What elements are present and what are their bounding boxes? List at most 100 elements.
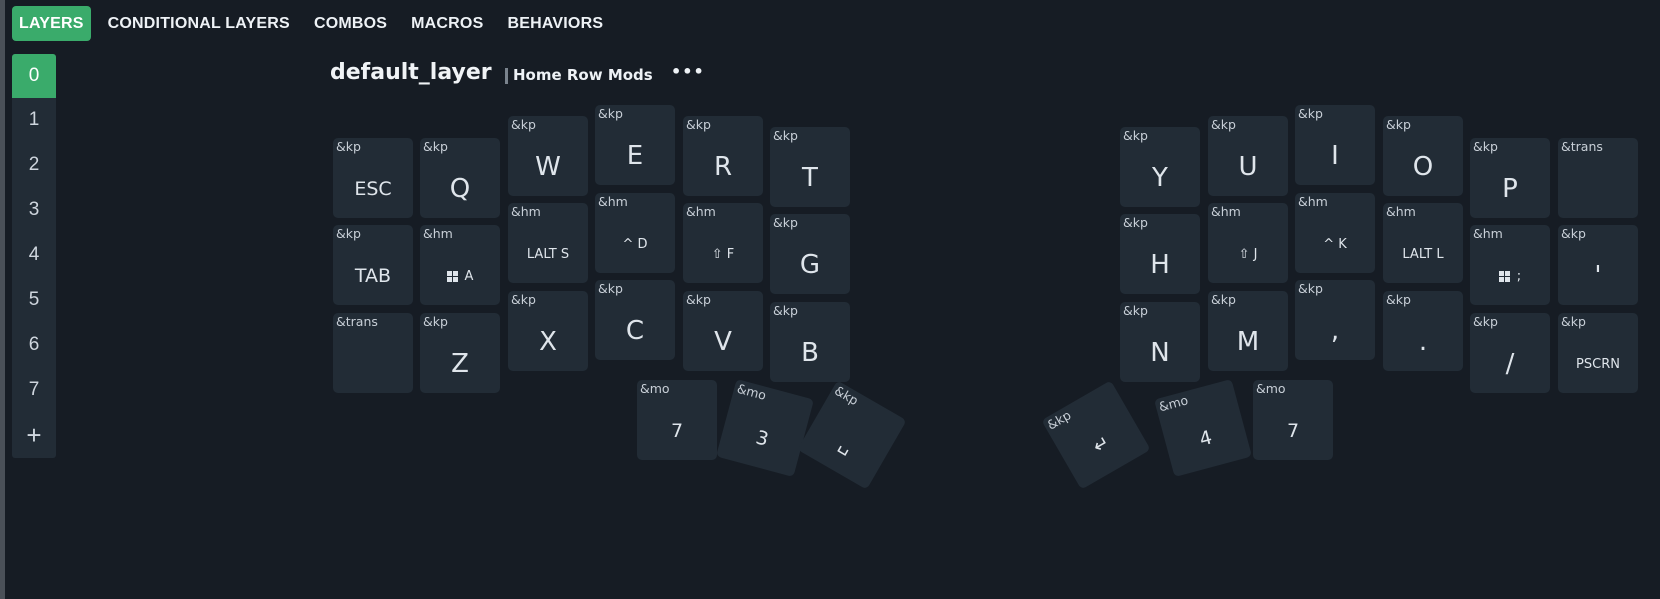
key-behavior: &hm	[1211, 204, 1241, 219]
key-27[interactable]: &kp C	[595, 280, 675, 360]
key-10[interactable]: &kp P	[1470, 138, 1550, 218]
key-label: U	[1238, 152, 1258, 182]
key-3[interactable]: &kp E	[595, 105, 675, 185]
layer-item-0[interactable]: 0	[12, 54, 56, 98]
layer-item-6[interactable]: 6	[12, 323, 56, 367]
key-37[interactable]: &mo 3	[716, 379, 814, 477]
key-label: ^ D	[622, 236, 648, 252]
key-26[interactable]: &kp X	[508, 291, 588, 371]
key-25[interactable]: &kp Z	[420, 313, 500, 393]
key-7[interactable]: &kp U	[1208, 116, 1288, 196]
key-21[interactable]: &hm LALT L	[1383, 203, 1463, 283]
key-label: Z	[451, 349, 469, 379]
tab-behaviors[interactable]: BEHAVIORS	[500, 6, 610, 41]
key-label: E	[626, 141, 644, 171]
key-41[interactable]: &mo 7	[1253, 380, 1333, 460]
layer-item-1[interactable]: 1	[12, 98, 56, 142]
key-label: M	[1236, 327, 1260, 357]
tab-macros[interactable]: MACROS	[404, 6, 490, 41]
layer-item-3[interactable]: 3	[12, 188, 56, 232]
key-17[interactable]: &kp G	[770, 214, 850, 294]
key-behavior: &hm	[1298, 194, 1328, 209]
key-label: 7	[670, 420, 684, 442]
key-2[interactable]: &kp W	[508, 116, 588, 196]
key-label: T	[802, 163, 818, 193]
key-label	[1558, 160, 1638, 218]
key-34[interactable]: &kp /	[1470, 313, 1550, 393]
key-28[interactable]: &kp V	[683, 291, 763, 371]
tab-layers[interactable]: LAYERS	[12, 6, 91, 41]
key-14[interactable]: &hm LALT S	[508, 203, 588, 283]
key-16[interactable]: &hm ⇧ F	[683, 203, 763, 283]
key-33[interactable]: &kp.	[1383, 291, 1463, 371]
key-behavior: &kp	[1298, 281, 1323, 296]
key-behavior: &mo	[1157, 392, 1190, 415]
key-label: /	[1505, 349, 1515, 379]
key-behavior: &kp	[1386, 292, 1411, 307]
key-31[interactable]: &kp M	[1208, 291, 1288, 371]
key-behavior: &kp	[1386, 117, 1411, 132]
key-behavior: &kp	[511, 117, 536, 132]
key-40[interactable]: &mo 4	[1154, 379, 1252, 477]
key-0[interactable]: &kp ESC	[333, 138, 413, 218]
key-label: ⇧ F	[711, 246, 735, 262]
layer-item-2[interactable]: 2	[12, 143, 56, 187]
key-label: V	[714, 327, 732, 357]
key-35[interactable]: &kp PSCRN	[1558, 313, 1638, 393]
key-39[interactable]: &kp ↵	[1041, 380, 1151, 490]
key-23[interactable]: &kp '	[1558, 225, 1638, 305]
window-edge	[0, 0, 5, 599]
key-label-text: ;	[1516, 268, 1522, 284]
key-18[interactable]: &kp H	[1120, 214, 1200, 294]
key-behavior: &hm	[423, 226, 453, 241]
tab-combos[interactable]: COMBOS	[307, 6, 394, 41]
key-behavior: &kp	[336, 139, 361, 154]
key-behavior: &kp	[686, 292, 711, 307]
key-20[interactable]: &hm ^ K	[1295, 193, 1375, 273]
layer-item-5[interactable]: 5	[12, 278, 56, 322]
key-1[interactable]: &kp Q	[420, 138, 500, 218]
key-11[interactable]: &trans	[1558, 138, 1638, 218]
key-29[interactable]: &kp B	[770, 302, 850, 382]
key-8[interactable]: &kp I	[1295, 105, 1375, 185]
key-13[interactable]: &hm A	[420, 225, 500, 305]
key-6[interactable]: &kp Y	[1120, 127, 1200, 207]
key-24[interactable]: &trans	[333, 313, 413, 393]
key-behavior: &kp	[336, 226, 361, 241]
key-12[interactable]: &kp TAB	[333, 225, 413, 305]
key-behavior: &hm	[1386, 204, 1416, 219]
key-behavior: &mo	[640, 381, 670, 396]
tab-conditional-layers[interactable]: CONDITIONAL LAYERS	[101, 6, 297, 41]
key-behavior: &kp	[1561, 226, 1586, 241]
key-behavior: &kp	[598, 106, 623, 121]
layer-list: 0 1 2 3 4 5 6 7 +	[12, 54, 56, 458]
key-15[interactable]: &hm ^ D	[595, 193, 675, 273]
layer-item-7[interactable]: 7	[12, 368, 56, 412]
key-label: '	[1594, 261, 1602, 291]
key-38[interactable]: &kp ␣	[797, 380, 907, 490]
key-19[interactable]: &hm ⇧ J	[1208, 203, 1288, 283]
key-30[interactable]: &kp N	[1120, 302, 1200, 382]
key-behavior: &hm	[511, 204, 541, 219]
add-layer-button[interactable]: +	[12, 413, 56, 457]
key-label: B	[801, 338, 819, 368]
key-label: Q	[449, 174, 471, 204]
key-behavior: &mo	[735, 380, 768, 403]
key-label: N	[1150, 338, 1170, 368]
key-label	[333, 335, 413, 393]
key-4[interactable]: &kp R	[683, 116, 763, 196]
key-32[interactable]: &kp,	[1295, 280, 1375, 360]
key-label: 3	[753, 426, 771, 451]
key-22[interactable]: &hm;	[1470, 225, 1550, 305]
key-label: H	[1150, 250, 1170, 280]
layer-title[interactable]: default_layer	[330, 60, 492, 85]
top-nav: LAYERS CONDITIONAL LAYERS COMBOS MACROS …	[12, 6, 620, 41]
layer-item-4[interactable]: 4	[12, 233, 56, 277]
key-36[interactable]: &mo 7	[637, 380, 717, 460]
key-5[interactable]: &kp T	[770, 127, 850, 207]
more-options-icon[interactable]: •••	[671, 62, 705, 81]
key-label: 4	[1197, 426, 1215, 451]
layer-description[interactable]: Home Row Mods	[513, 66, 653, 84]
key-behavior: &kp	[1473, 314, 1498, 329]
key-9[interactable]: &kp O	[1383, 116, 1463, 196]
